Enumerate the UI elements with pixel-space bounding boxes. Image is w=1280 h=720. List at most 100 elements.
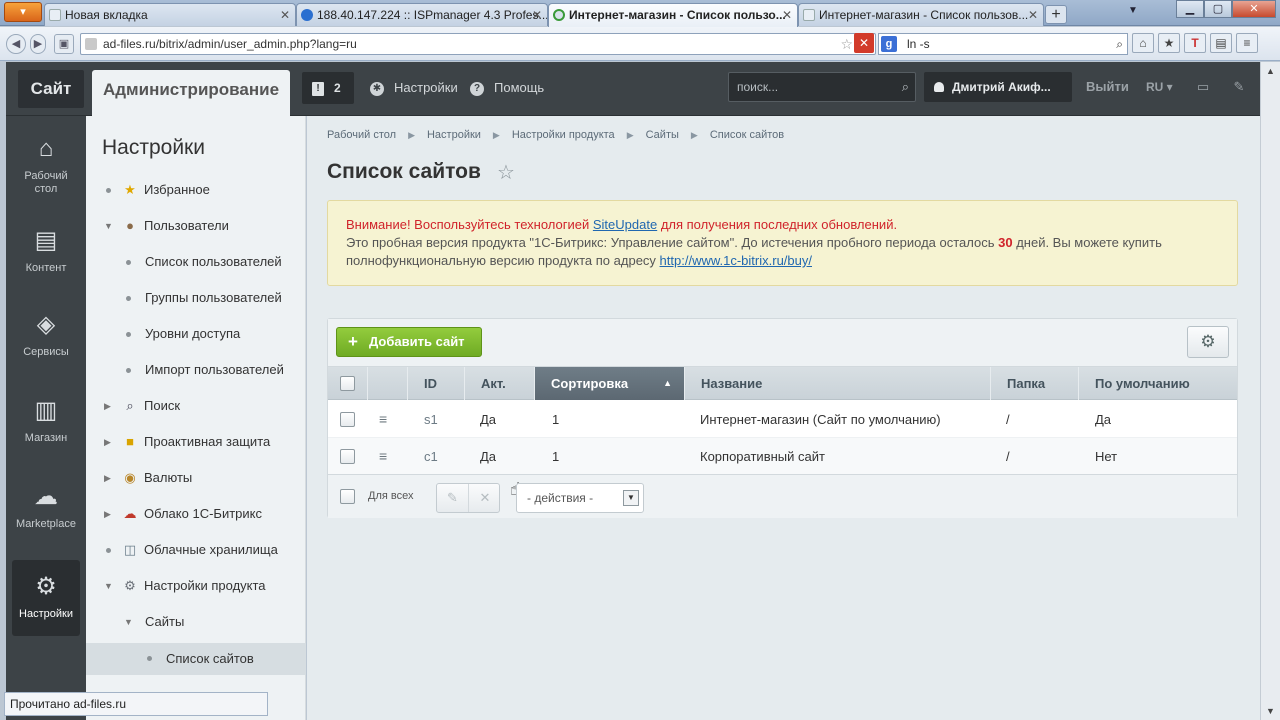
for-all-checkbox[interactable] [340, 489, 355, 504]
stop-icon[interactable]: ✕ [854, 33, 874, 53]
table-row[interactable]: ≡ s1 Да 1 Интернет-магазин (Сайт по умол… [328, 401, 1237, 438]
rail-item-services[interactable]: ◈ Сервисы [12, 310, 80, 359]
close-icon[interactable]: ✕ [782, 4, 792, 26]
scroll-down-icon[interactable]: ▼ [1263, 706, 1278, 716]
menu-item-proactive[interactable]: ▶ ■ Проактивная защита [86, 427, 306, 457]
close-icon[interactable]: ✕ [280, 4, 290, 26]
menu-item-search[interactable]: ▶ ⌕ Поиск [86, 391, 306, 421]
chevron-right-icon[interactable]: ▶ [104, 499, 111, 529]
breadcrumb-item[interactable]: Рабочий стол [327, 129, 396, 141]
tab-new[interactable]: Новая вкладка ✕ [44, 3, 296, 26]
breadcrumb-item[interactable]: Сайты [646, 129, 679, 141]
site-tab[interactable]: Сайт [18, 70, 84, 108]
admin-tab[interactable]: Администрирование [92, 70, 290, 116]
menu-item-favorites[interactable]: ★ Избранное [86, 175, 306, 205]
row-checkbox[interactable] [340, 449, 355, 464]
search-icon[interactable]: ⌕ [1116, 34, 1123, 54]
chevron-down-icon[interactable]: ▼ [104, 571, 113, 601]
chevron-right-icon[interactable]: ▶ [104, 391, 111, 421]
row-menu-icon[interactable]: ≡ [379, 401, 387, 438]
help-link[interactable]: ? Помощь [470, 72, 544, 104]
home-icon[interactable]: ⌂ [1132, 33, 1154, 53]
menu-item-cloud-storage[interactable]: ◫ Облачные хранилища [86, 535, 306, 565]
language-selector[interactable]: RU ▾ [1146, 72, 1173, 102]
logout-link[interactable]: Выйти [1086, 72, 1129, 102]
user-menu-button[interactable]: Дмитрий Акиф... [924, 72, 1072, 102]
window-close-icon[interactable]: ✕ [1232, 0, 1276, 18]
menu-item-sites[interactable]: ▼ Сайты [86, 607, 306, 637]
select-all-checkbox[interactable] [340, 376, 355, 391]
pin-icon[interactable]: ✎ [1230, 78, 1248, 96]
menu-item-bitrix-cloud[interactable]: ▶ ☁ Облако 1С-Битрикс [86, 499, 306, 529]
url-bar[interactable]: ad-files.ru/bitrix/admin/user_admin.php?… [80, 33, 876, 55]
web-search-input[interactable]: g ln -s ⌕ [878, 33, 1128, 55]
cell-default: Нет [1095, 449, 1118, 464]
add-site-button[interactable]: + Добавить сайт [336, 327, 482, 357]
chevron-down-icon[interactable]: ▼ [104, 211, 113, 241]
tab-ispmanager[interactable]: 188.40.147.224 :: ISPmanager 4.3 Profes.… [296, 3, 548, 26]
firefox-menu-button[interactable]: ▾ [4, 2, 42, 22]
column-default[interactable]: По умолчанию [1079, 367, 1237, 400]
siteupdate-link[interactable]: SiteUpdate [593, 217, 657, 232]
tab-shop-active[interactable]: Интернет-магазин - Список пользо... ✕ [548, 3, 798, 27]
breadcrumb-item[interactable]: Настройки [427, 129, 481, 141]
grid-settings-button[interactable]: ⚙ [1187, 326, 1229, 358]
rail-item-marketplace[interactable]: ☁ Marketplace [12, 482, 80, 531]
chevron-down-icon[interactable]: ▼ [623, 490, 639, 506]
translate-icon[interactable]: T [1184, 33, 1206, 53]
new-tab-button[interactable]: + [1045, 5, 1067, 24]
menu-item-user-groups[interactable]: Группы пользователей [86, 283, 306, 313]
page-icon[interactable]: ▣ [54, 34, 74, 54]
chevron-right-icon[interactable]: ▶ [104, 463, 111, 493]
notifications-button[interactable]: ! 2 [302, 72, 354, 104]
search-icon[interactable]: ⌕ [902, 73, 909, 101]
chevron-down-icon[interactable]: ▼ [124, 607, 133, 637]
close-icon[interactable]: ✕ [1028, 4, 1038, 26]
menu-item-user-import[interactable]: Импорт пользователей [86, 355, 306, 385]
menu-item-users[interactable]: ▼ ● Пользователи [86, 211, 306, 241]
rail-item-desktop[interactable]: ⌂ Рабочий стол [12, 134, 80, 196]
grid-header: ID Акт. Сортировка ▲ Название Папка По ум… [328, 367, 1237, 400]
row-checkbox[interactable] [340, 412, 355, 427]
breadcrumb-item[interactable]: Список сайтов [710, 129, 784, 141]
delete-icon[interactable]: ✕ [469, 484, 501, 512]
minimize-icon[interactable]: ▁ [1176, 0, 1204, 18]
scroll-up-icon[interactable]: ▲ [1263, 66, 1278, 76]
rail-item-settings[interactable]: ⚙ Настройки [12, 560, 80, 636]
column-sort[interactable]: Сортировка ▲ [535, 367, 685, 400]
rail-item-content[interactable]: ▤ Контент [12, 226, 80, 275]
bookmark-star-icon[interactable]: ☆ [840, 34, 853, 54]
actions-select[interactable]: - действия - ▼ [516, 483, 644, 513]
column-folder[interactable]: Папка [991, 367, 1079, 400]
menu-item-currencies[interactable]: ▶ ◉ Валюты [86, 463, 306, 493]
table-row[interactable]: ≡ c1 Да 1 Корпоративный сайт / Нет [328, 438, 1237, 475]
back-icon[interactable]: ◀ [6, 34, 26, 54]
forward-icon[interactable]: ▶ [30, 34, 46, 54]
addon-icon[interactable]: ▤ [1210, 33, 1232, 53]
admin-search-input[interactable]: поиск... ⌕ [728, 72, 916, 102]
buy-link[interactable]: http://www.1c-bitrix.ru/buy/ [660, 253, 812, 268]
menu-item-product-settings[interactable]: ▼ ⚙ Настройки продукта [86, 571, 306, 601]
window-icon[interactable]: ▭ [1194, 78, 1212, 96]
menu-item-access-levels[interactable]: Уровни доступа [86, 319, 306, 349]
edit-pencil-icon[interactable]: ✎ [437, 484, 469, 512]
row-menu-icon[interactable]: ≡ [379, 438, 387, 475]
column-id[interactable]: ID [408, 367, 465, 400]
breadcrumb-item[interactable]: Настройки продукта [512, 129, 615, 141]
menu-item-site-list[interactable]: Список сайтов [86, 643, 306, 675]
close-icon[interactable]: ✕ [532, 4, 542, 26]
maximize-icon[interactable]: ▢ [1204, 0, 1232, 18]
chevron-right-icon[interactable]: ▶ [104, 427, 111, 457]
menu-icon[interactable]: ≡ [1236, 33, 1258, 53]
settings-link[interactable]: ✱ Настройки [370, 72, 458, 104]
column-active[interactable]: Акт. [465, 367, 535, 400]
favorite-star-icon[interactable]: ☆ [497, 160, 515, 185]
column-name[interactable]: Название [685, 367, 991, 400]
menu-item-user-list[interactable]: Список пользователей [86, 247, 306, 277]
tab-list-icon[interactable]: ▼ [1128, 5, 1138, 16]
bookmarks-icon[interactable]: ★ [1158, 33, 1180, 53]
rail-item-shop[interactable]: ▥ Магазин [12, 396, 80, 445]
page-scrollbar[interactable]: ▲ ▼ [1260, 62, 1280, 720]
gear-icon: ⚙ [124, 578, 136, 593]
tab-shop[interactable]: Интернет-магазин - Список пользов... ✕ [798, 3, 1044, 26]
